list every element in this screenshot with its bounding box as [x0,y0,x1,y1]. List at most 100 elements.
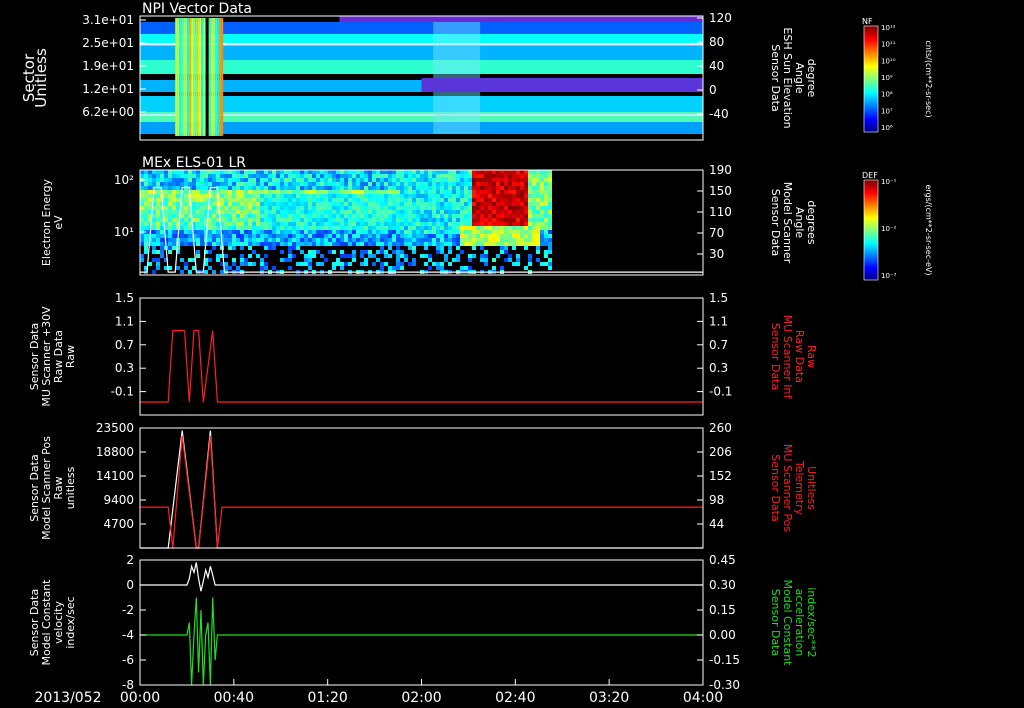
els-cell [332,226,336,230]
els-cell [312,170,316,174]
els-cell [204,174,208,178]
els-cell [384,218,388,222]
els-cell [248,178,252,182]
els-cell [524,222,528,226]
els-cell [368,170,372,174]
els-cell [536,186,540,190]
els-cell [400,206,404,210]
els-cell [272,222,276,226]
els-cell [388,186,392,190]
els-cell [264,222,268,226]
els-cell [212,246,216,250]
els-cell [544,226,548,230]
els-cell [208,266,212,270]
els-cell [312,242,316,246]
els-cell [308,178,312,182]
els-cell [376,202,380,206]
els-cell [356,186,360,190]
els-cell [400,194,404,198]
els-cell [548,190,552,194]
els-cell [404,190,408,194]
els-cell [372,206,376,210]
els-cell [348,230,352,234]
els-cell [448,242,452,246]
els-cell [200,194,204,198]
els-cell [332,170,336,174]
els-cell [496,190,500,194]
els-cell [164,178,168,182]
right-tick-label: 0.15 [709,603,736,617]
els-cell [448,218,452,222]
els-cell [532,190,536,194]
els-cell [200,190,204,194]
els-cell [248,238,252,242]
els-cell [516,254,520,258]
npi-cell [219,18,222,136]
els-cell [240,214,244,218]
npi-cell [185,18,188,136]
els-cell [520,210,524,214]
els-cell [464,234,468,238]
els-cell [144,174,148,178]
els-cell [348,170,352,174]
els-cell [332,194,336,198]
left-tick-label: -4 [122,628,134,642]
els-cell [476,174,480,178]
els-cell [400,230,404,234]
els-cell [344,254,348,258]
left-axis-title-line: eV [52,215,65,230]
els-cell [548,174,552,178]
els-cell [340,214,344,218]
els-cell [240,242,244,246]
els-cell [480,206,484,210]
els-cell [440,214,444,218]
els-cell [392,206,396,210]
els-cell [476,190,480,194]
els-cell [320,218,324,222]
els-cell [464,178,468,182]
els-cell [492,202,496,206]
els-cell [464,202,468,206]
els-cell [304,202,308,206]
left-axis-title: Sensor Data MU Scanner +30V Raw Data Raw [28,306,77,407]
els-cell [528,170,532,174]
els-cell [340,230,344,234]
els-cell [376,214,380,218]
els-cell [380,198,384,202]
els-cell [468,186,472,190]
els-cell [496,194,500,198]
els-cell [392,214,396,218]
els-cell [516,242,520,246]
els-cell [480,186,484,190]
els-cell [408,198,412,202]
els-cell [320,174,324,178]
els-cell [472,198,476,202]
els-cell [188,182,192,186]
left-tick-label: 0.3 [115,361,134,375]
els-cell [396,190,400,194]
els-cell [248,242,252,246]
els-cell [252,242,256,246]
els-cell [356,174,360,178]
els-cell [432,174,436,178]
els-cell [168,186,172,190]
els-cell [248,206,252,210]
npi-cell [209,18,212,136]
right-axis-title-line: Sensor Data [769,189,782,256]
els-cell [336,214,340,218]
els-cell [356,238,360,242]
els-cell [536,206,540,210]
els-cell [328,222,332,226]
els-cell [220,178,224,182]
els-cell [440,218,444,222]
els-cell [320,202,324,206]
els-cell [436,238,440,242]
els-cell [224,214,228,218]
els-cell [320,194,324,198]
els-cell [348,226,352,230]
els-cell [164,182,168,186]
els-cell [416,226,420,230]
els-cell [144,182,148,186]
els-cell [364,234,368,238]
left-tick-label: 9400 [103,493,134,507]
